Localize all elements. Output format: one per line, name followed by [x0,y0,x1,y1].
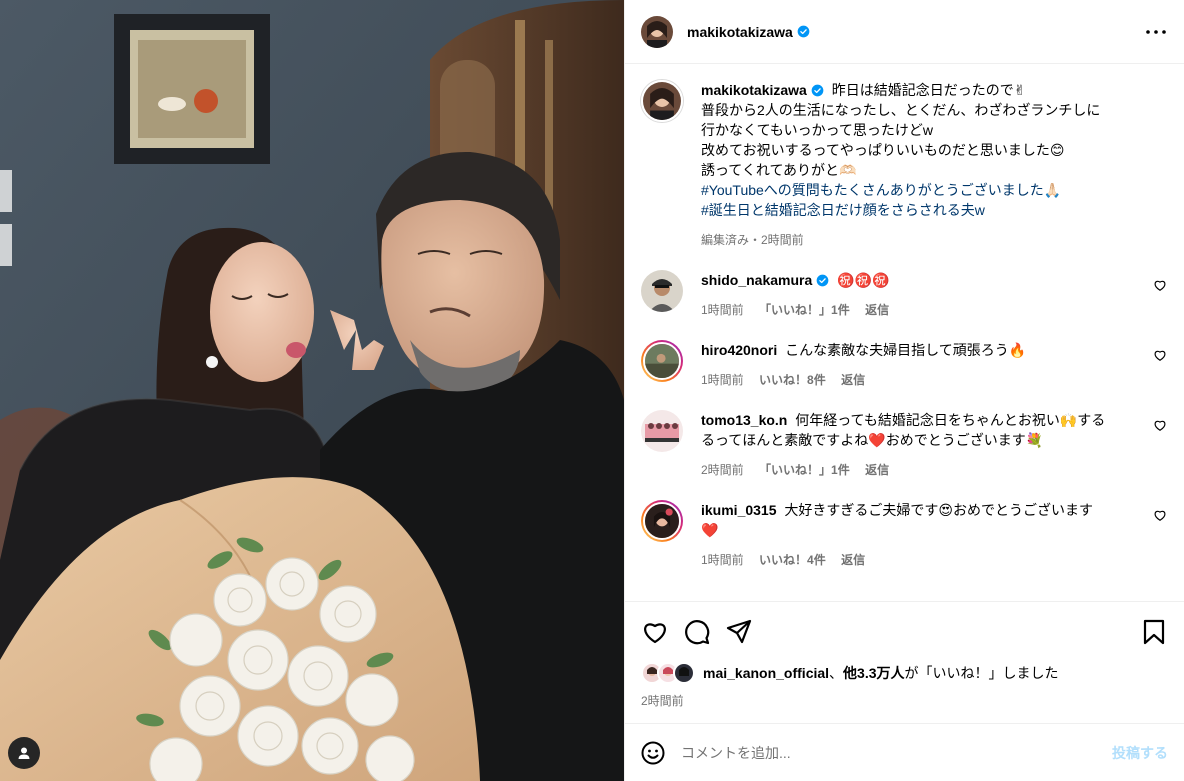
verified-badge-icon [816,274,829,287]
posted-time[interactable]: 2時間前 [641,692,1168,723]
author-avatar[interactable] [641,80,683,122]
likes-separator: 、 [829,665,844,681]
comment-item: hiro420nori こんな素敵な夫婦目指して頑張ろう🔥 1時間前 いいね！8… [641,340,1168,390]
comment-time[interactable]: 2時間前 [701,463,744,477]
post-comment-button[interactable]: 投稿する [1112,743,1168,763]
commenter-avatar[interactable] [641,340,683,382]
likes-suffix: が「いいね！」しました [904,665,1059,681]
caption-edited-time: 編集済み・2時間前 [701,233,804,247]
reply-button[interactable]: 返信 [865,463,889,477]
action-bar [641,616,1168,648]
liker-avatars [641,662,695,684]
caption-line: 行かなくてもいっかって思ったけどw [701,122,934,138]
comment-item: ikumi_0315 大好きすぎるご夫婦です😍おめでとうございます ❤️ 1時間… [641,500,1168,570]
comment-time[interactable]: 1時間前 [701,553,744,567]
heart-icon[interactable] [1152,508,1168,522]
comment-meta: 1時間前 いいね！8件 返信 [701,370,1142,390]
comment-item: tomo13_ko.n 何年経っても結婚記念日をちゃんとお祝い🙌する るってほん… [641,410,1168,480]
comment-likes[interactable]: いいね！4件 [759,553,826,567]
heart-icon[interactable] [1152,278,1168,292]
reply-button[interactable]: 返信 [841,373,865,387]
add-comment-bar: 投稿する [625,723,1184,781]
likes-summary: mai_kanon_official、他3.3万人が「いいね！」しました [641,662,1168,684]
comment-likes[interactable]: 「いいね！」1件 [759,303,850,317]
instagram-post-modal: makikotakizawa makikotakizawa 昨日は結婚記念日だっ… [0,0,1184,781]
comment-meta: 1時間前 いいね！4件 返信 [701,550,1142,570]
commenter-avatar[interactable] [641,410,683,452]
comment-time[interactable]: 1時間前 [701,373,744,387]
verified-badge-icon [797,25,810,38]
post-actions: mai_kanon_official、他3.3万人が「いいね！」しました 2時間… [625,601,1184,723]
post-details-panel: makikotakizawa makikotakizawa 昨日は結婚記念日だっ… [624,0,1184,781]
caption-line: 普段から2人の生活になったし、とくだん、わざわざランチしに [701,102,1101,118]
verified-badge-icon [811,84,824,97]
comment-input[interactable] [681,744,1112,761]
emoji-smile-icon[interactable] [641,741,665,765]
commenter-avatar[interactable] [641,270,683,312]
caption-line: 誘ってくれてありがと🫶🏻 [701,162,857,178]
comment-username[interactable]: shido_nakamura [701,272,812,288]
comment-item: shido_nakamura ㊗️㊗️㊗️ 1時間前 「いいね！」1件 返信 [641,270,1168,320]
user-tag-icon[interactable] [8,737,40,769]
likes-others[interactable]: 他3.3万人 [843,665,904,681]
liker-username[interactable]: mai_kanon_official [703,665,829,681]
caption-meta: 編集済み・2時間前 [701,230,1168,250]
commenter-avatar[interactable] [641,500,683,542]
comment-text: こんな素敵な夫婦目指して頑張ろう🔥 [785,342,1027,358]
reply-button[interactable]: 返信 [865,303,889,317]
comment-time[interactable]: 1時間前 [701,303,744,317]
post-photo[interactable] [0,0,624,781]
comment-meta: 1時間前 「いいね！」1件 返信 [701,300,1142,320]
comment-username[interactable]: tomo13_ko.n [701,412,787,428]
author-username[interactable]: makikotakizawa [687,24,793,40]
post-header: makikotakizawa [625,0,1184,64]
comment-username[interactable]: ikumi_0315 [701,502,777,518]
caption-line: 改めてお祝いするってやっぱりいいものだと思いました😊 [701,142,1065,158]
bookmark-icon[interactable] [1140,618,1168,646]
comment-text: ㊗️㊗️㊗️ [837,272,890,288]
hashtag-link[interactable]: #誕生日と結婚記念日だけ顔をさらされる夫w [701,200,1168,220]
comments-list[interactable]: makikotakizawa 昨日は結婚記念日だったので✌ 普段から2人の生活に… [625,64,1184,601]
caption-line: 昨日は結婚記念日だったので✌ [831,82,1026,98]
more-dots-icon[interactable] [1144,20,1168,44]
author-avatar[interactable] [641,15,673,48]
comment-username[interactable]: hiro420nori [701,342,777,358]
heart-icon[interactable] [641,618,669,646]
comment-bubble-icon[interactable] [683,618,711,646]
comment-meta: 2時間前 「いいね！」1件 返信 [701,460,1142,480]
paper-plane-icon[interactable] [725,618,753,646]
liker-avatar [673,662,695,684]
reply-button[interactable]: 返信 [841,553,865,567]
hashtag-link[interactable]: #YouTubeへの質問もたくさんありがとうございました🙏🏻 [701,180,1168,200]
caption: makikotakizawa 昨日は結婚記念日だったので✌ 普段から2人の生活に… [641,80,1168,250]
comment-likes[interactable]: いいね！8件 [759,373,826,387]
comment-likes[interactable]: 「いいね！」1件 [759,463,850,477]
caption-username[interactable]: makikotakizawa [701,82,807,98]
post-image [0,0,624,781]
heart-icon[interactable] [1152,418,1168,432]
heart-icon[interactable] [1152,348,1168,362]
